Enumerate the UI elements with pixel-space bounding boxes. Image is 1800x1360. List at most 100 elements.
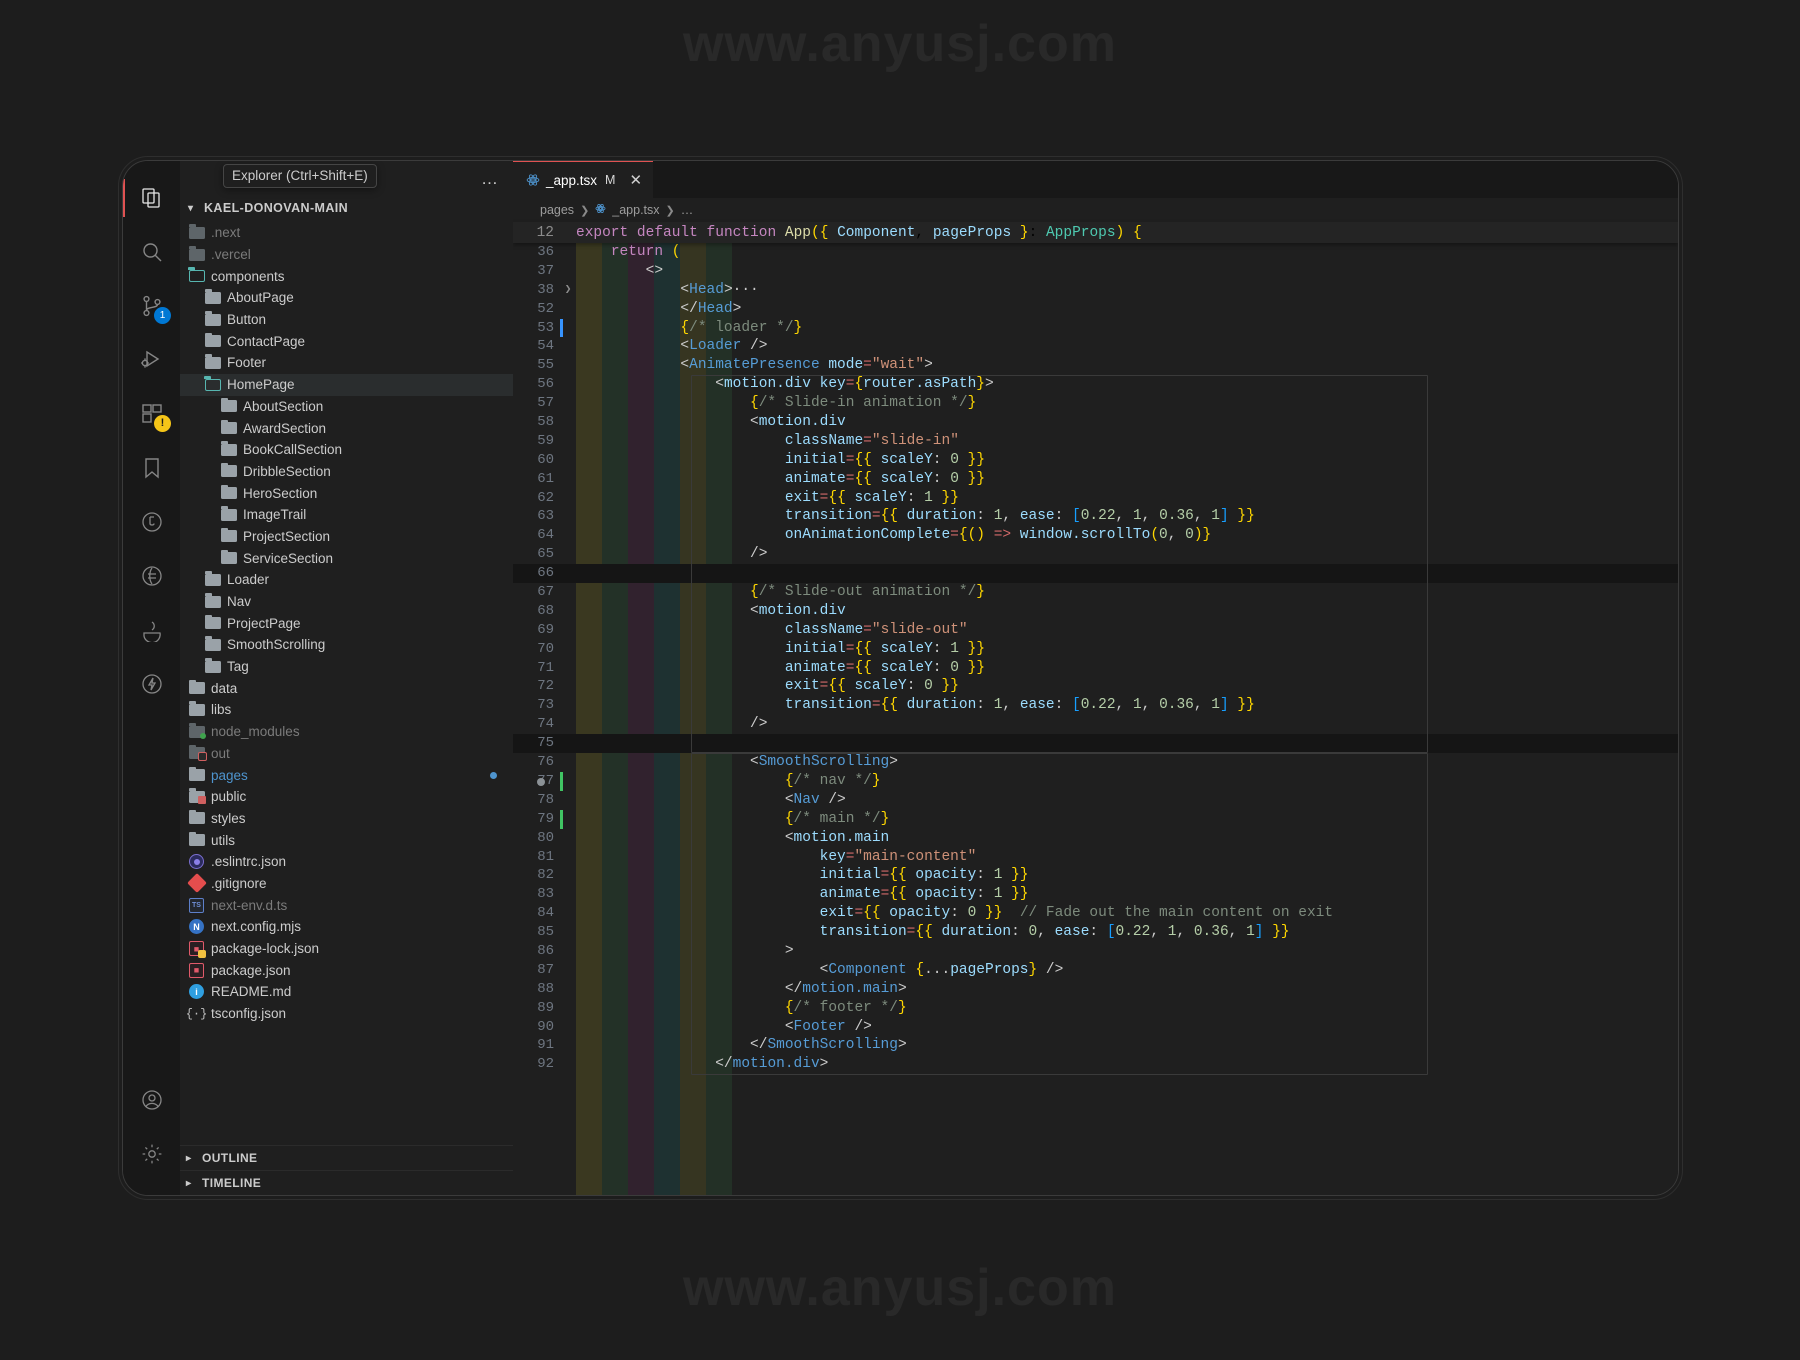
activity-docker[interactable] [123,603,180,657]
tree-item-loader[interactable]: Loader [180,569,513,591]
code-line[interactable]: 64 onAnimationComplete={() => window.scr… [513,526,1678,545]
activity-accounts[interactable] [123,1073,180,1127]
activity-bookmarks[interactable] [123,441,180,495]
tree-item-servicesection[interactable]: ServiceSection [180,547,513,569]
activity-run-debug[interactable] [123,333,180,387]
activity-thunder-client[interactable] [123,657,180,711]
activity-source-control[interactable]: 1 [123,279,180,333]
activity-explorer[interactable] [123,171,180,225]
tree-item-components[interactable]: components [180,265,513,287]
code-line[interactable]: 66 [513,564,1678,583]
tree-item-next-env-d-ts[interactable]: TSnext-env.d.ts [180,894,513,916]
tree-item-node-modules[interactable]: node_modules [180,721,513,743]
file-tree[interactable]: .next.vercelcomponentsAboutPageButtonCon… [180,220,513,1145]
code-line[interactable]: 57 {/* Slide-in animation */} [513,394,1678,413]
tree-item-nav[interactable]: Nav [180,591,513,613]
code-line[interactable]: 90 <Footer /> [513,1018,1678,1037]
tree-item-awardsection[interactable]: AwardSection [180,417,513,439]
code-line[interactable]: 85 transition={{ duration: 0, ease: [0.2… [513,923,1678,942]
code-line[interactable]: 92 </motion.div> [513,1055,1678,1074]
code-line[interactable]: 36 return ( [513,243,1678,262]
tree-item-package-json[interactable]: ■package.json [180,959,513,981]
tree-item-pages[interactable]: pages [180,764,513,786]
tree-item-libs[interactable]: libs [180,699,513,721]
tree-item-imagetrail[interactable]: ImageTrail [180,504,513,526]
tree-item-contactpage[interactable]: ContactPage [180,330,513,352]
tree-item-tag[interactable]: Tag [180,656,513,678]
code-line[interactable]: 78 <Nav /> [513,791,1678,810]
breadcrumb-folder[interactable]: pages [540,203,574,217]
tree-item-button[interactable]: Button [180,309,513,331]
tab-app-tsx[interactable]: _app.tsx M ✕ [513,161,653,198]
code-content[interactable]: 36 return (37 <>38❯ <Head>···52 </Head>5… [513,243,1678,1074]
tree-item-utils[interactable]: utils [180,829,513,851]
tree-item-dribblesection[interactable]: DribbleSection [180,461,513,483]
tree-item-tsconfig-json[interactable]: {·}tsconfig.json [180,1003,513,1025]
tree-item-readme-md[interactable]: iREADME.md [180,981,513,1003]
activity-search[interactable] [123,225,180,279]
code-line[interactable]: 86 > [513,942,1678,961]
code-line[interactable]: 70 initial={{ scaleY: 1 }} [513,640,1678,659]
close-icon[interactable]: ✕ [629,173,642,188]
code-line[interactable]: 59 className="slide-in" [513,432,1678,451]
code-line[interactable]: 62 exit={{ scaleY: 1 }} [513,489,1678,508]
code-line[interactable]: 55 <AnimatePresence mode="wait"> [513,356,1678,375]
code-line[interactable]: 72 exit={{ scaleY: 0 }} [513,677,1678,696]
tree-item-projectpage[interactable]: ProjectPage [180,612,513,634]
tree-item-aboutpage[interactable]: AboutPage [180,287,513,309]
code-line[interactable]: 76 <SmoothScrolling> [513,753,1678,772]
code-line[interactable]: 52 </Head> [513,300,1678,319]
breadcrumb-file[interactable]: _app.tsx [612,203,659,217]
code-line[interactable]: 63 transition={{ duration: 1, ease: [0.2… [513,507,1678,526]
code-line[interactable]: 37 <> [513,262,1678,281]
outline-section[interactable]: ▸ OUTLINE [180,1145,513,1170]
code-line[interactable]: 88 </motion.main> [513,980,1678,999]
code-line[interactable]: 68 <motion.div [513,602,1678,621]
sidebar-more-actions[interactable]: … [481,174,499,184]
tree-item--eslintrc-json[interactable]: .eslintrc.json [180,851,513,873]
tree-item-herosection[interactable]: HeroSection [180,482,513,504]
code-line[interactable]: 87 <Component {...pageProps} /> [513,961,1678,980]
timeline-section[interactable]: ▸ TIMELINE [180,1170,513,1195]
code-line[interactable]: 67 {/* Slide-out animation */} [513,583,1678,602]
fold-arrow-icon[interactable]: ❯ [560,281,576,300]
activity-testing[interactable] [123,495,180,549]
code-line[interactable]: 69 className="slide-out" [513,621,1678,640]
tree-item-out[interactable]: out [180,743,513,765]
activity-remote-explorer[interactable] [123,549,180,603]
code-line[interactable]: 80 <motion.main [513,829,1678,848]
code-line[interactable]: 75 [513,734,1678,753]
code-line[interactable]: 38❯ <Head>··· [513,281,1678,300]
tree-item-footer[interactable]: Footer [180,352,513,374]
tree-item-smoothscrolling[interactable]: SmoothScrolling [180,634,513,656]
breadcrumb[interactable]: pages ❯ _app.tsx ❯ … [513,198,1678,222]
tree-item-package-lock-json[interactable]: ■package-lock.json [180,938,513,960]
code-line[interactable]: 83 animate={{ opacity: 1 }} [513,885,1678,904]
code-viewport[interactable]: 36 return (37 <>38❯ <Head>···52 </Head>5… [513,243,1678,1195]
code-line[interactable]: 71 animate={{ scaleY: 0 }} [513,659,1678,678]
code-line[interactable]: 81 key="main-content" [513,848,1678,867]
tree-item-next-config-mjs[interactable]: Nnext.config.mjs [180,916,513,938]
tree-item-data[interactable]: data [180,677,513,699]
code-line[interactable]: 89 {/* footer */} [513,999,1678,1018]
code-line[interactable]: 53 {/* loader */} [513,319,1678,338]
code-line[interactable]: 91 </SmoothScrolling> [513,1036,1678,1055]
code-line[interactable]: 84 exit={{ opacity: 0 }} // Fade out the… [513,904,1678,923]
tree-item--vercel[interactable]: .vercel [180,244,513,266]
code-line[interactable]: 65 /> [513,545,1678,564]
code-line[interactable]: 79 {/* main */} [513,810,1678,829]
tree-item--next[interactable]: .next [180,222,513,244]
breadcrumb-ellipsis[interactable]: … [681,203,694,217]
code-line[interactable]: 56 <motion.div key={router.asPath}> [513,375,1678,394]
code-line[interactable]: 74 /> [513,715,1678,734]
tree-item-public[interactable]: public [180,786,513,808]
workspace-root-row[interactable]: ▾ KAEL-DONOVAN-MAIN [180,196,513,220]
tree-item-styles[interactable]: styles [180,808,513,830]
tree-item-bookcallsection[interactable]: BookCallSection [180,439,513,461]
code-line[interactable]: 61 animate={{ scaleY: 0 }} [513,470,1678,489]
code-line[interactable]: 77 {/* nav */} [513,772,1678,791]
tree-item--gitignore[interactable]: .gitignore [180,873,513,895]
tree-item-projectsection[interactable]: ProjectSection [180,526,513,548]
code-line[interactable]: 60 initial={{ scaleY: 0 }} [513,451,1678,470]
tree-item-aboutsection[interactable]: AboutSection [180,396,513,418]
